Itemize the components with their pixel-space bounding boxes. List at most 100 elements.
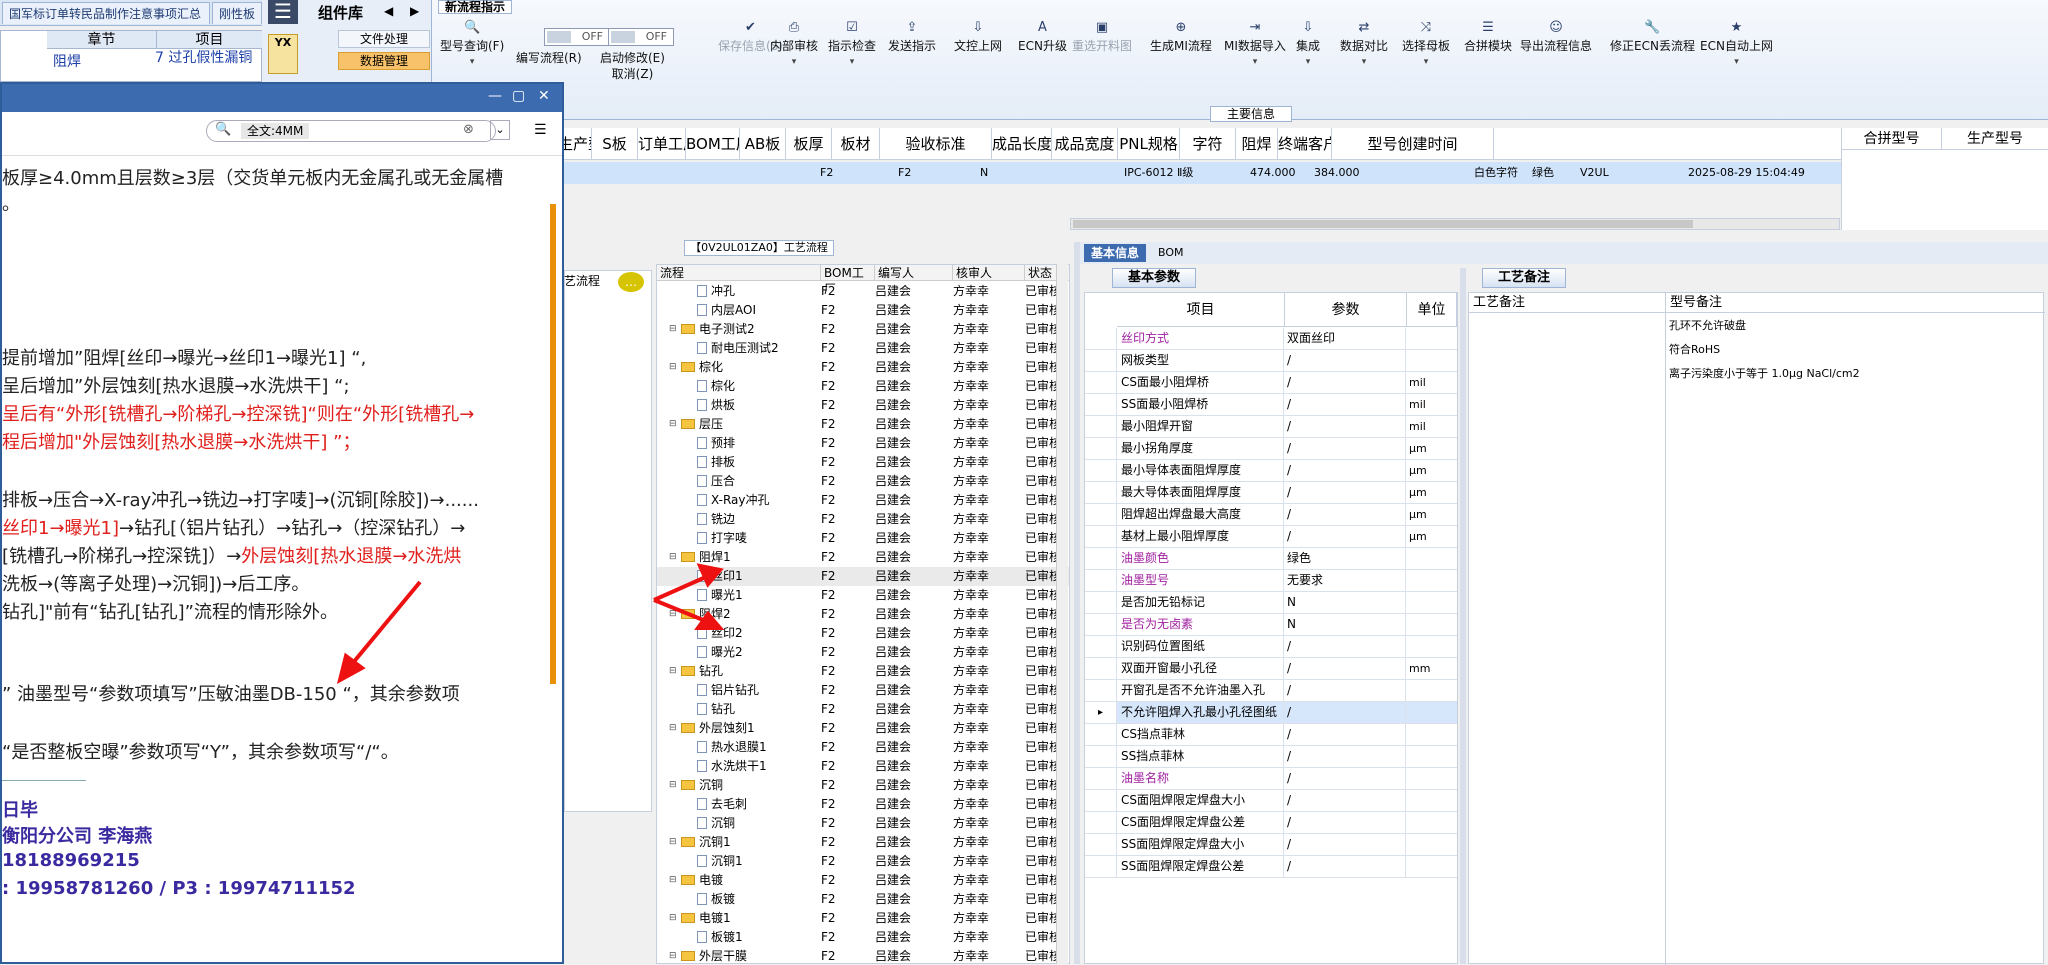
cell-item[interactable]: 7 过孔假性漏铜 (155, 51, 255, 65)
toolbar-button-4[interactable]: ⎙ 内部审核 ▾ (770, 20, 818, 70)
param-value[interactable]: / (1287, 724, 1291, 745)
param-row[interactable]: 丝印方式 双面丝印 (1085, 328, 1457, 350)
param-row[interactable]: CS面最小阻焊桥 / mil (1085, 372, 1457, 394)
flow-row[interactable]: ⊟ 棕化 F2 吕建会 方幸幸 已审核 (657, 358, 1069, 377)
flow-row[interactable]: 排板 F2 吕建会 方幸幸 已审核 (657, 453, 1069, 472)
param-value[interactable]: N (1287, 614, 1296, 635)
param-value[interactable]: / (1287, 526, 1291, 547)
flow-row[interactable]: 铣边 F2 吕建会 方幸幸 已审核 (657, 510, 1069, 529)
splitter[interactable] (1460, 268, 1466, 964)
param-value[interactable]: / (1287, 438, 1291, 459)
toolbar-button-5[interactable]: ☑ 指示检查 ▾ (828, 20, 876, 70)
param-value[interactable]: N (1287, 592, 1296, 613)
tab-bom[interactable]: BOM (1158, 246, 1184, 259)
param-value[interactable]: / (1287, 350, 1291, 371)
row-header[interactable] (1085, 394, 1117, 415)
flow-row[interactable]: 沉铜 F2 吕建会 方幸幸 已审核 (657, 814, 1069, 833)
row-header[interactable] (1085, 834, 1117, 855)
row-header[interactable] (1085, 350, 1117, 371)
param-row[interactable]: 双面开窗最小孔径 / mm (1085, 658, 1457, 680)
tab-process-remarks[interactable]: 工艺备注 (1482, 268, 1566, 288)
row-header[interactable] (1085, 812, 1117, 833)
collapse-icon[interactable]: ⊟ (669, 605, 677, 624)
flow-row[interactable]: 板镀1 F2 吕建会 方幸幸 已审核 (657, 928, 1069, 947)
param-row[interactable]: 阻焊超出焊盘最大高度 / μm (1085, 504, 1457, 526)
flow-row[interactable]: 压合 F2 吕建会 方幸幸 已审核 (657, 472, 1069, 491)
toolbar-button-8[interactable]: A ECN升级 (1018, 20, 1067, 54)
param-row[interactable]: 识别码位置图纸 / (1085, 636, 1457, 658)
toolbar-button-13[interactable]: ⇄ 数据对比 ▾ (1340, 20, 1388, 70)
param-value[interactable]: / (1287, 504, 1291, 525)
param-row[interactable]: CS挡点菲林 / (1085, 724, 1457, 746)
param-row[interactable]: 网板类型 / (1085, 350, 1457, 372)
collapse-icon[interactable]: ⊟ (669, 833, 677, 852)
param-value[interactable]: / (1287, 416, 1291, 437)
close-icon[interactable]: ✕ (538, 88, 550, 104)
row-header[interactable] (1085, 416, 1117, 437)
maximize-icon[interactable]: ▢ (512, 88, 525, 104)
toolbar-button-11[interactable]: ⇥ MI数据导入 ▾ (1224, 20, 1286, 70)
toolbar-button-12[interactable]: ⇩ 集成 ▾ (1296, 20, 1320, 70)
param-row[interactable]: 最大导体表面阻焊厚度 / μm (1085, 482, 1457, 504)
param-row[interactable]: CS面阻焊限定焊盘公差 / (1085, 812, 1457, 834)
param-row[interactable]: 油墨型号 无要求 (1085, 570, 1457, 592)
row-header[interactable] (1085, 856, 1117, 877)
row-header[interactable] (1085, 438, 1117, 459)
toolbar-button-15[interactable]: ☰ 合拼模块 (1464, 20, 1512, 54)
row-header[interactable] (1085, 746, 1117, 767)
row-header[interactable] (1085, 570, 1117, 591)
toolbar-button-14[interactable]: ⤨ 选择母板 ▾ (1402, 20, 1450, 70)
collapse-icon[interactable]: ⊟ (669, 662, 677, 681)
param-value[interactable]: / (1287, 812, 1291, 833)
flow-row[interactable]: ⊟ 外层干膜 F2 吕建会 方幸幸 已审核 (657, 947, 1069, 963)
splitter[interactable] (1074, 242, 1080, 964)
param-row[interactable]: 最小阻焊开窗 / mil (1085, 416, 1457, 438)
param-value[interactable]: 双面丝印 (1287, 328, 1335, 349)
collapse-icon[interactable]: ⊟ (669, 947, 677, 963)
flow-row[interactable]: ⊟ 电子测试2 F2 吕建会 方幸幸 已审核 (657, 320, 1069, 339)
collapse-icon[interactable]: ⊟ (669, 909, 677, 928)
param-value[interactable]: / (1287, 768, 1291, 789)
row-header[interactable] (1085, 724, 1117, 745)
flow-row[interactable]: ⊟ 沉铜1 F2 吕建会 方幸幸 已审核 (657, 833, 1069, 852)
toolbar-button-9[interactable]: ▣ 重选开料图 (1072, 20, 1132, 54)
flow-row[interactable]: 水洗烘干1 F2 吕建会 方幸幸 已审核 (657, 757, 1069, 776)
toolbar-button-10[interactable]: ⊕ 生成MI流程 (1150, 20, 1212, 54)
collapse-icon[interactable]: ⊟ (669, 548, 677, 567)
tree-scrollbar[interactable] (1056, 264, 1068, 964)
param-row[interactable]: 基材上最小阻焊厚度 / μm (1085, 526, 1457, 548)
param-row[interactable]: 最小拐角厚度 / μm (1085, 438, 1457, 460)
main-hscroll[interactable] (1070, 218, 1840, 230)
collapse-icon[interactable]: ⊟ (669, 415, 677, 434)
row-header[interactable] (1085, 768, 1117, 789)
flow-row[interactable]: ⊟ 层压 F2 吕建会 方幸幸 已审核 (657, 415, 1069, 434)
toolbar-button-0[interactable]: 🔍 型号查询(F) ▾ (440, 20, 504, 70)
flow-row[interactable]: 板镀 F2 吕建会 方幸幸 已审核 (657, 890, 1069, 909)
flow-row[interactable]: 棕化 F2 吕建会 方幸幸 已审核 (657, 377, 1069, 396)
toolbar-button-1[interactable]: 编写流程(R) (516, 50, 582, 66)
doc-search-input[interactable]: 🔍 全文:4MM ⊗ (206, 120, 496, 142)
collapse-icon[interactable]: ⊟ (669, 719, 677, 738)
row-header[interactable] (1085, 372, 1117, 393)
row-header[interactable] (1085, 328, 1117, 349)
tab-rigid-board[interactable]: 刚性板 (212, 2, 262, 24)
clear-icon[interactable]: ⊗ (463, 122, 474, 137)
file-processing-button[interactable]: 文件处理 (338, 30, 430, 48)
flow-row[interactable]: 曝光1 F2 吕建会 方幸幸 已审核 (657, 586, 1069, 605)
row-header[interactable] (1085, 592, 1117, 613)
toolbar-button-17[interactable]: 🔧 修正ECN丢流程 (1610, 20, 1695, 54)
param-value[interactable]: / (1287, 834, 1291, 855)
row-header[interactable] (1085, 614, 1117, 635)
flow-row[interactable]: ⊟ 外层蚀刻1 F2 吕建会 方幸幸 已审核 (657, 719, 1069, 738)
flow-row[interactable]: ⊟ 电镀 F2 吕建会 方幸幸 已审核 (657, 871, 1069, 890)
param-row[interactable]: SS面阻焊限定焊盘公差 / (1085, 856, 1457, 878)
flow-row[interactable]: 热水退膜1 F2 吕建会 方幸幸 已审核 (657, 738, 1069, 757)
next-icon[interactable]: ▶ (410, 4, 419, 18)
scroll-thumb[interactable] (1073, 220, 1693, 228)
data-management-button[interactable]: 数据管理 (338, 52, 430, 70)
row-header[interactable] (1085, 658, 1117, 679)
param-row[interactable]: ▸ 不允许阻焊入孔最小孔径图纸 / (1085, 702, 1457, 724)
toolbar-button-2[interactable]: 启动修改(E) 取消(Z) (600, 50, 665, 82)
main-info-row[interactable]: 012400001782F2F2NIPC-6012 Ⅱ级474.000384.0… (432, 162, 1841, 184)
param-row[interactable]: SS面阻焊限定焊盘大小 / (1085, 834, 1457, 856)
